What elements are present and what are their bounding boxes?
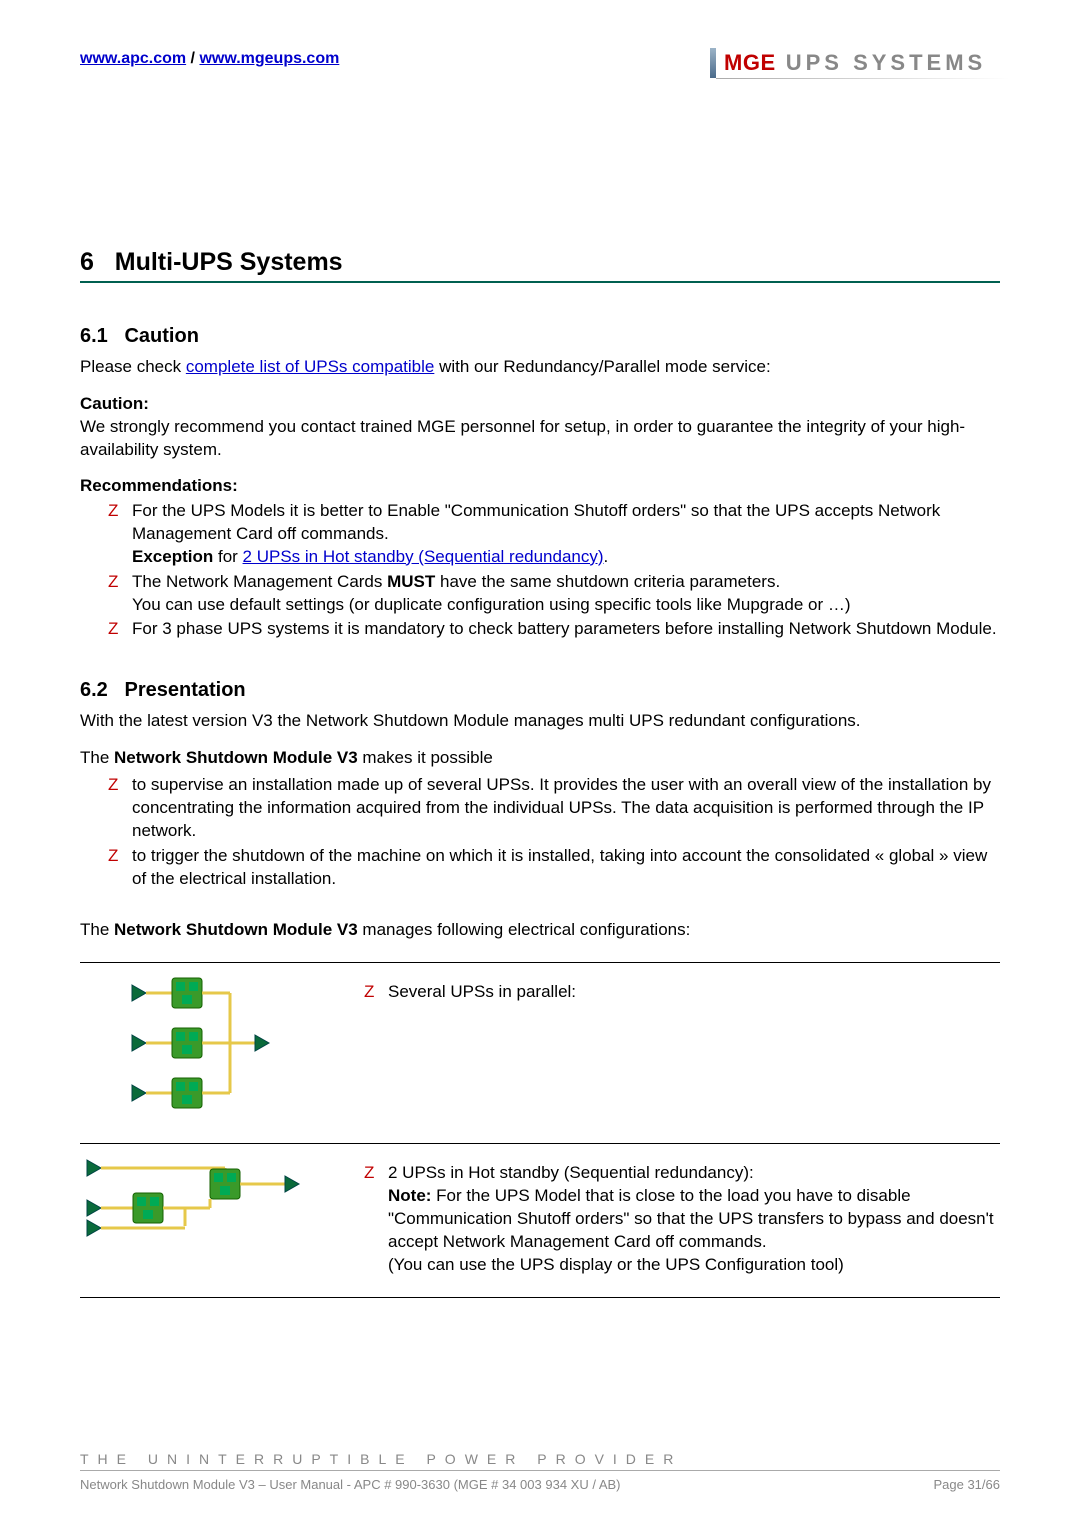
footer-doc: Network Shutdown Module V3 – User Manual… [80, 1477, 621, 1492]
rec2-pre: The Network Management Cards [132, 572, 387, 591]
list-item: Z to trigger the shutdown of the machine… [108, 845, 1000, 891]
config-1-desc: Z Several UPSs in parallel: [360, 973, 1000, 1133]
s61-intro: Please check complete list of UPSs compa… [80, 356, 1000, 379]
s61-intro-post: with our Redundancy/Parallel mode servic… [434, 357, 770, 376]
config-table: Z Several UPSs in parallel: [80, 962, 1000, 1298]
page-footer: THE UNINTERRUPTIBLE POWER PROVIDER Netwo… [80, 1451, 1000, 1492]
footer-page: Page 31/66 [933, 1477, 1000, 1492]
header-links: www.apc.com / www.mgeups.com [80, 50, 339, 68]
rec1-text: For the UPS Models it is better to Enabl… [132, 501, 940, 543]
apc-link[interactable]: www.apc.com [80, 50, 186, 67]
page-header: www.apc.com / www.mgeups.com MGE UPS SYS… [80, 50, 1000, 78]
makes-bold: Network Shutdown Module V3 [114, 748, 358, 767]
logo-underline-icon [716, 78, 1010, 79]
list-item: Z Several UPSs in parallel: [364, 981, 1000, 1004]
recommendations-label: Recommendations: [80, 476, 1000, 496]
makes-item-1: to supervise an installation made up of … [132, 774, 1000, 843]
recommendations-list: Z For the UPS Models it is better to Ena… [108, 500, 1000, 642]
subsection-6-1-heading: 6.1 Caution [80, 325, 1000, 348]
subsection-6-2-number: 6.2 [80, 679, 108, 701]
caution-block: Caution: We strongly recommend you conta… [80, 393, 1000, 462]
bullet-icon: Z [108, 618, 132, 641]
subsection-6-2-title: Presentation [124, 679, 245, 701]
footer-tagline: THE UNINTERRUPTIBLE POWER PROVIDER [80, 1451, 1000, 1471]
config-2-desc: Z 2 UPSs in Hot standby (Sequential redu… [360, 1154, 1000, 1287]
section-title: Multi-UPS Systems [115, 248, 343, 276]
makes-possible-list: Z to supervise an installation made up o… [108, 774, 1000, 891]
makes-item-2: to trigger the shutdown of the machine o… [132, 845, 1000, 891]
hot-standby-diagram [80, 1154, 360, 1287]
manages-pre: The [80, 920, 114, 939]
s61-intro-pre: Please check [80, 357, 186, 376]
subsection-6-2-heading: 6.2 Presentation [80, 679, 1000, 702]
bullet-icon: Z [364, 1162, 388, 1277]
rec1-exception-label: Exception [132, 547, 213, 566]
config-1-text: Several UPSs in parallel: [388, 981, 1000, 1004]
list-item: Z to supervise an installation made up o… [108, 774, 1000, 843]
hot-standby-link[interactable]: 2 UPSs in Hot standby (Sequential redund… [243, 547, 604, 566]
subsection-6-1-number: 6.1 [80, 325, 108, 347]
parallel-diagram-icon [130, 973, 300, 1133]
list-item: Z For the UPS Models it is better to Ena… [108, 500, 1000, 569]
section-number: 6 [80, 248, 94, 276]
rec2-post: have the same shutdown criteria paramete… [435, 572, 780, 591]
bullet-icon: Z [108, 571, 132, 617]
logo-area: MGE UPS SYSTEMS [710, 50, 1000, 78]
manages-bold: Network Shutdown Module V3 [114, 920, 358, 939]
makes-post: makes it possible [358, 748, 493, 767]
rec3-text: For 3 phase UPS systems it is mandatory … [132, 618, 1000, 641]
manages-post: manages following electrical configurati… [358, 920, 691, 939]
config-2-paren: (You can use the UPS display or the UPS … [388, 1255, 844, 1274]
rec1-exception-post: . [604, 547, 609, 566]
rec2-line2: You can use default settings (or duplica… [132, 595, 851, 614]
mge-logo: MGE UPS SYSTEMS [710, 48, 1000, 78]
subsection-6-1-title: Caution [124, 325, 198, 347]
list-item: Z 2 UPSs in Hot standby (Sequential redu… [364, 1162, 1000, 1277]
mgeups-link[interactable]: www.mgeups.com [199, 50, 339, 67]
list-item: Z For 3 phase UPS systems it is mandator… [108, 618, 1000, 641]
config-2-note-label: Note: [388, 1186, 431, 1205]
bullet-icon: Z [108, 845, 132, 891]
list-item: Z The Network Management Cards MUST have… [108, 571, 1000, 617]
section-heading: 6 Multi-UPS Systems [80, 248, 1000, 283]
bullet-icon: Z [108, 500, 132, 569]
bullet-icon: Z [364, 981, 388, 1004]
table-row: Z Several UPSs in parallel: [80, 962, 1000, 1143]
link-separator: / [186, 50, 199, 67]
compatible-list-link[interactable]: complete list of UPSs compatible [186, 357, 435, 376]
config-2-text: 2 UPSs in Hot standby (Sequential redund… [388, 1163, 754, 1182]
logo-ups-text: UPS SYSTEMS [776, 50, 987, 75]
makes-possible-line: The Network Shutdown Module V3 makes it … [80, 747, 1000, 770]
logo-bar-icon [710, 48, 716, 78]
makes-pre: The [80, 748, 114, 767]
bullet-icon: Z [108, 774, 132, 843]
rec2-bold: MUST [387, 572, 435, 591]
hot-standby-diagram-icon [85, 1154, 345, 1244]
caution-label: Caution: [80, 394, 149, 413]
rec1-exception-mid: for [213, 547, 242, 566]
table-row: Z 2 UPSs in Hot standby (Sequential redu… [80, 1143, 1000, 1298]
parallel-ups-diagram [80, 973, 360, 1133]
manages-line: The Network Shutdown Module V3 manages f… [80, 919, 1000, 942]
s62-intro: With the latest version V3 the Network S… [80, 710, 1000, 733]
logo-mge-text: MGE [724, 50, 776, 75]
caution-text: We strongly recommend you contact traine… [80, 417, 965, 459]
config-2-note-text: For the UPS Model that is close to the l… [388, 1186, 994, 1251]
